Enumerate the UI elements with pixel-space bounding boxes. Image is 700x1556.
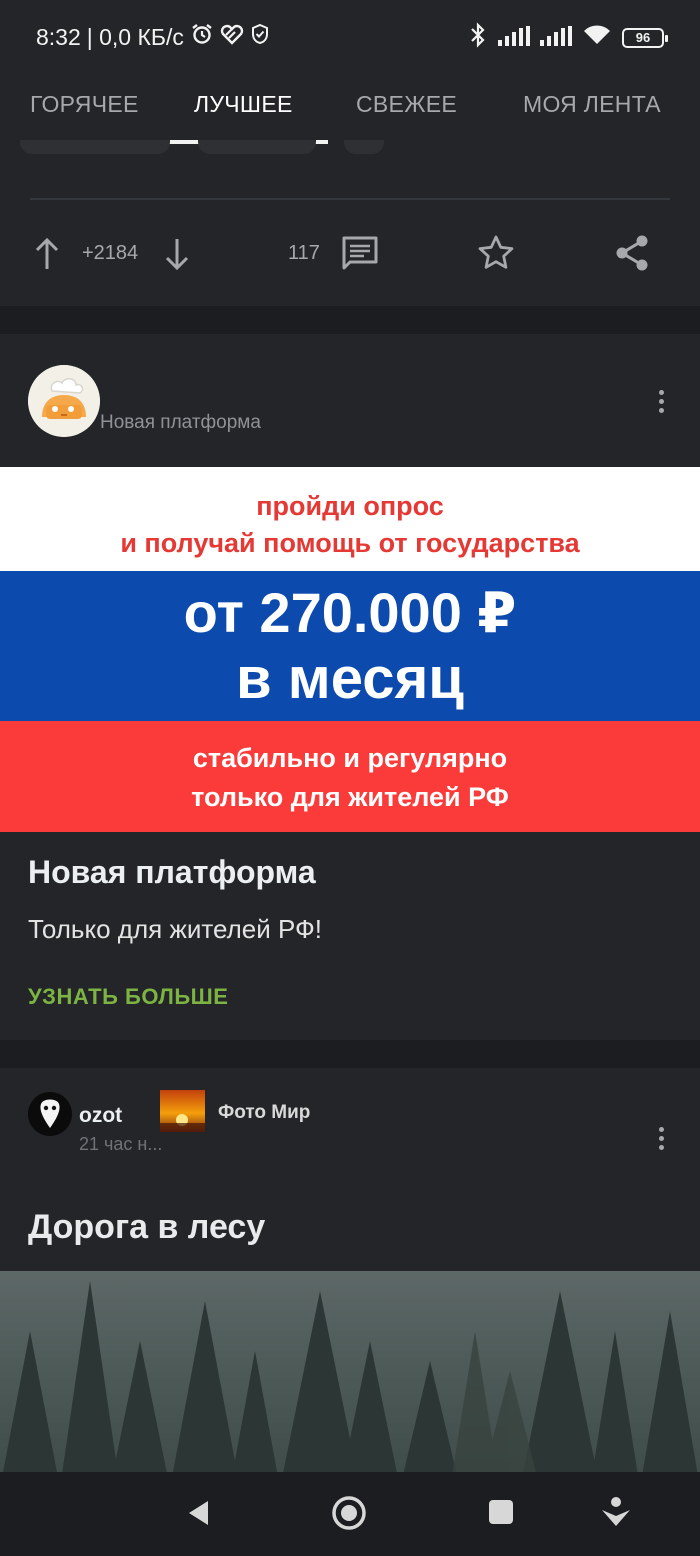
more-options-icon[interactable] bbox=[659, 390, 665, 417]
feed-tabs: ГОРЯЧЕЕ ЛУЧШЕЕ СВЕЖЕЕ МОЯ ЛЕНТА bbox=[0, 72, 700, 148]
banner-line-6: только для жителей РФ bbox=[191, 782, 509, 812]
comment-icon[interactable] bbox=[341, 235, 379, 276]
banner-blue-band: от 270.000 ₽ в месяц bbox=[0, 571, 700, 721]
ad-card: Новая платформа пройди опрос и получай п… bbox=[0, 334, 700, 1040]
status-right: 96 bbox=[468, 22, 668, 54]
author-avatar[interactable] bbox=[28, 1092, 72, 1136]
post-card: ozot 21 час н... Фото Мир Дорога в лесу bbox=[0, 1068, 700, 1488]
system-nav-bar bbox=[0, 1472, 700, 1556]
community-name[interactable]: Фото Мир bbox=[218, 1102, 310, 1124]
more-options-icon[interactable] bbox=[659, 1127, 665, 1154]
banner-red-band: стабильно и регулярно только для жителей… bbox=[0, 721, 700, 832]
post-time: 21 час н... bbox=[79, 1134, 163, 1154]
banner-line-2: и получай помощь от государства bbox=[120, 528, 580, 558]
status-net-speed: | 0,0 КБ/с bbox=[86, 23, 184, 50]
banner-line-1: пройди опрос bbox=[256, 491, 444, 521]
signal-icon bbox=[498, 25, 530, 52]
alarm-icon bbox=[190, 22, 214, 52]
back-icon[interactable] bbox=[186, 1499, 210, 1532]
learn-more-button[interactable]: УЗНАТЬ БОЛЬШЕ bbox=[28, 984, 228, 1010]
banner-white-band: пройди опрос и получай помощь от государ… bbox=[0, 467, 700, 571]
ad-description: Только для жителей РФ! bbox=[28, 914, 322, 944]
previous-post-card: +2184 117 bbox=[0, 140, 700, 306]
tag-chip[interactable] bbox=[344, 140, 384, 154]
recents-icon[interactable] bbox=[488, 1499, 514, 1530]
rating-value: +2184 bbox=[82, 242, 139, 264]
ad-banner-image[interactable]: пройди опрос и получай помощь от государ… bbox=[0, 467, 700, 832]
battery-level: 96 bbox=[635, 30, 651, 45]
banner-amount: от 270.000 ₽ bbox=[183, 581, 517, 644]
post-image[interactable] bbox=[0, 1271, 700, 1488]
tag-chip[interactable] bbox=[20, 140, 170, 154]
divider bbox=[30, 198, 670, 200]
signal-icon-2 bbox=[540, 25, 572, 52]
ad-avatar[interactable] bbox=[28, 365, 100, 437]
battery-icon: 96 bbox=[622, 28, 668, 48]
share-icon[interactable] bbox=[614, 234, 650, 277]
tab-hot[interactable]: ГОРЯЧЕЕ bbox=[30, 72, 139, 144]
wifi-icon bbox=[582, 24, 612, 52]
downvote-icon[interactable] bbox=[164, 237, 190, 276]
comments-count: 117 bbox=[288, 242, 320, 264]
tag-chip[interactable] bbox=[198, 140, 316, 154]
ad-title[interactable]: Новая платформа bbox=[28, 854, 316, 891]
banner-line-5: стабильно и регулярно bbox=[192, 743, 508, 773]
status-bar: 8:32 | 0,0 КБ/с 96 bbox=[0, 0, 700, 72]
author-name[interactable]: ozot bbox=[79, 1104, 122, 1128]
home-icon[interactable] bbox=[331, 1495, 367, 1536]
tab-my-feed[interactable]: МОЯ ЛЕНТА bbox=[523, 72, 661, 144]
tab-fresh[interactable]: СВЕЖЕЕ bbox=[356, 72, 457, 144]
app-notification-icon bbox=[220, 23, 244, 51]
tab-best[interactable]: ЛУЧШЕЕ bbox=[194, 72, 293, 144]
shield-icon bbox=[250, 23, 270, 51]
status-time: 8:32 bbox=[36, 23, 81, 50]
banner-period: в месяц bbox=[236, 646, 464, 711]
star-icon[interactable] bbox=[477, 234, 515, 277]
community-avatar[interactable] bbox=[160, 1090, 205, 1132]
ad-source-name[interactable]: Новая платформа bbox=[100, 412, 261, 434]
status-left: 8:32 | 0,0 КБ/с bbox=[36, 22, 270, 52]
upvote-icon[interactable] bbox=[34, 237, 60, 276]
bluetooth-icon bbox=[468, 22, 488, 54]
assistant-icon[interactable] bbox=[600, 1495, 632, 1534]
post-title[interactable]: Дорога в лесу bbox=[28, 1208, 265, 1247]
